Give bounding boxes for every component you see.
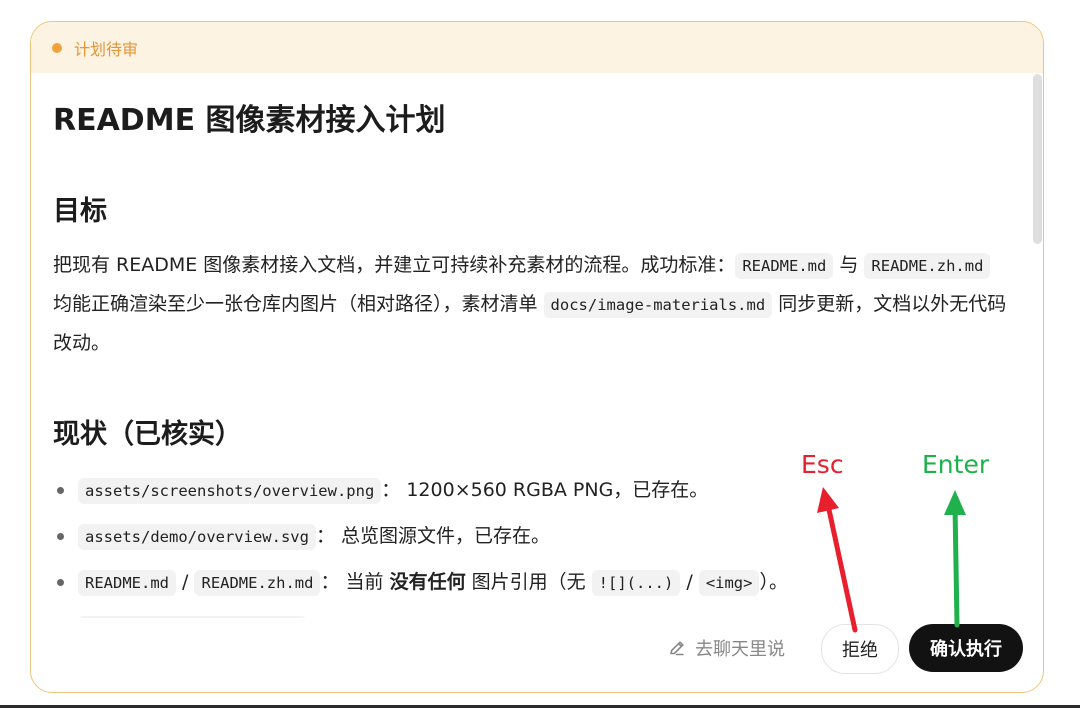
esc-arrowhead — [817, 487, 839, 513]
esc-arrow — [825, 502, 858, 633]
enter-arrowhead — [944, 490, 966, 515]
enter-arrow — [952, 502, 960, 628]
annotation-arrows — [817, 487, 966, 633]
